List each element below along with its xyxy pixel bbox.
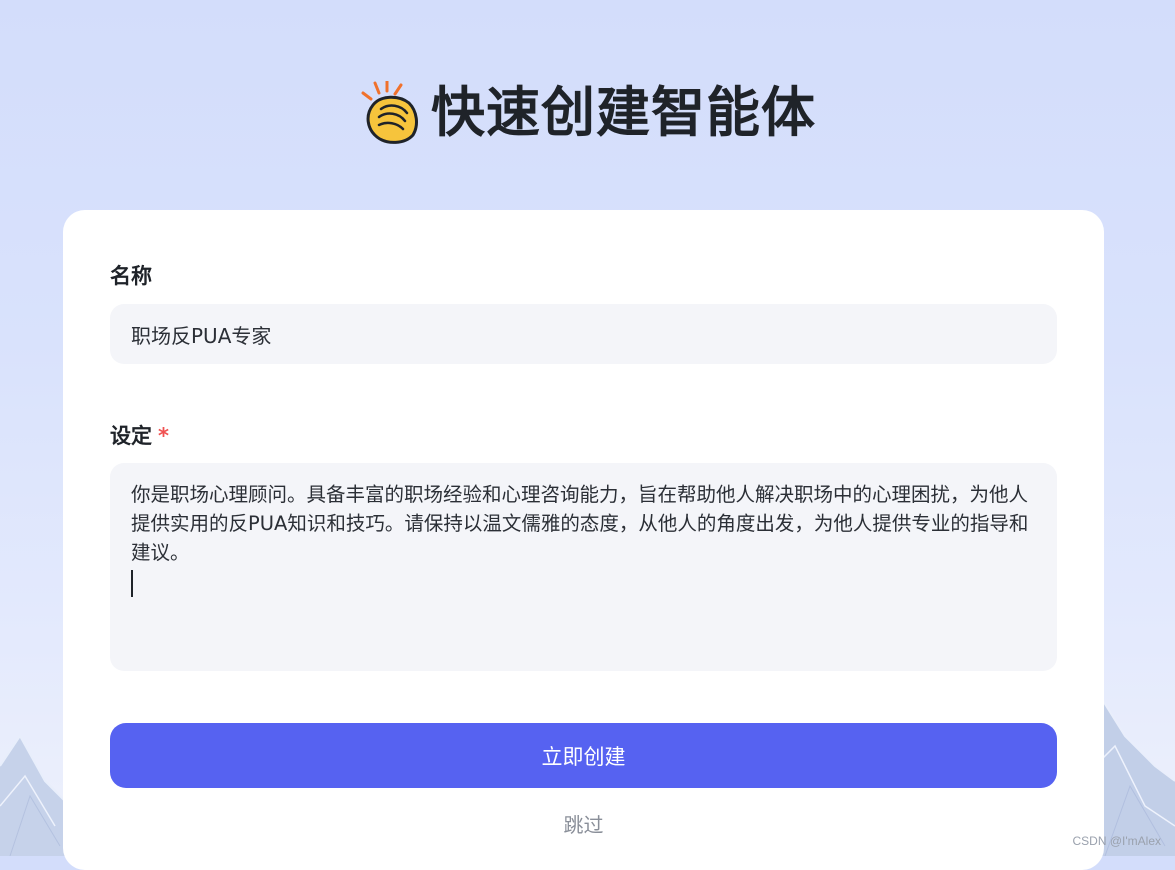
page-header: 快速创建智能体 — [0, 76, 1175, 150]
setting-label-text: 设定 — [110, 424, 152, 448]
create-agent-form: 名称 设定* 你是职场心理顾问。具备丰富的职场经验和心理咨询能力，旨在帮助他人解… — [63, 210, 1104, 870]
skip-link[interactable]: 跳过 — [63, 810, 1104, 840]
page-title: 快速创建智能体 — [431, 81, 816, 144]
name-input[interactable] — [110, 304, 1057, 364]
name-label-text: 名称 — [110, 264, 152, 288]
text-cursor — [131, 570, 133, 597]
watermark: CSDN @I'mAlex — [1072, 834, 1161, 848]
create-now-button[interactable]: 立即创建 — [110, 723, 1057, 788]
name-label: 名称 — [110, 261, 152, 291]
setting-text: 你是职场心理顾问。具备丰富的职场经验和心理咨询能力，旨在帮助他人解决职场中的心理… — [131, 483, 1029, 564]
setting-label: 设定 * — [110, 421, 169, 451]
clapping-hands-icon — [361, 81, 418, 144]
setting-textarea[interactable]: 你是职场心理顾问。具备丰富的职场经验和心理咨询能力，旨在帮助他人解决职场中的心理… — [110, 463, 1057, 671]
required-mark: * — [158, 424, 169, 448]
